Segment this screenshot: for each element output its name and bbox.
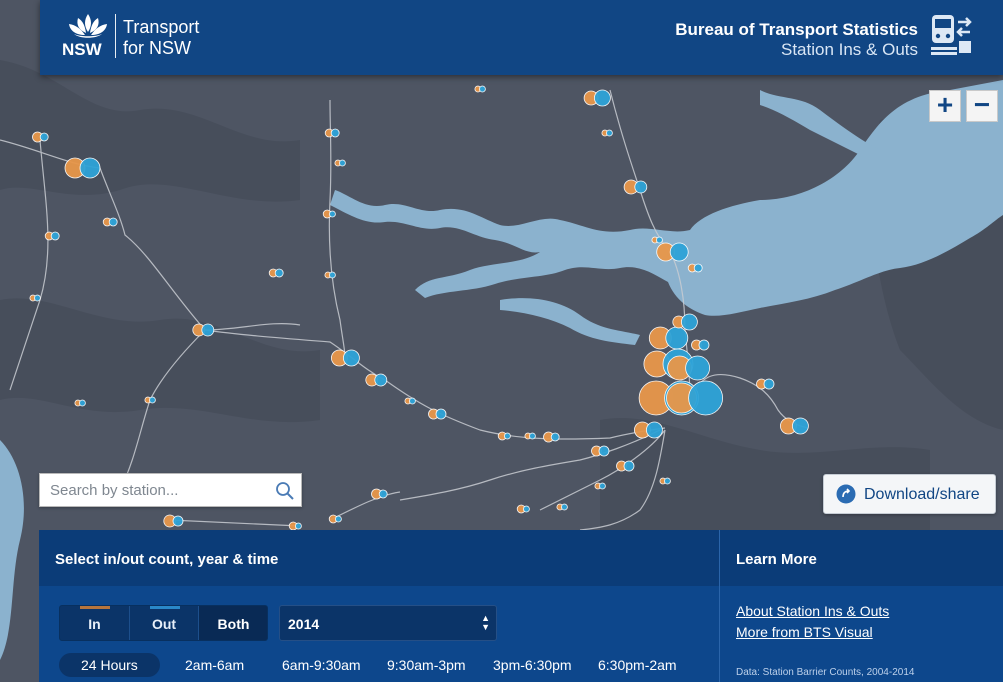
station-out-bubble[interactable] [148,396,156,404]
station-out-bubble[interactable] [693,263,703,273]
station-out-bubble[interactable] [665,326,689,350]
station-out-bubble[interactable] [550,432,560,442]
station-out-bubble[interactable] [656,236,663,244]
station-out-bubble[interactable] [688,380,723,416]
station-out-bubble[interactable] [328,271,336,279]
time-filter: 24 Hours 2am-6am 6am-9:30am 9:30am-3pm 3… [39,653,719,682]
count-mode-toggle[interactable]: In Out Both [59,605,268,641]
station-out-bubble[interactable] [681,313,698,331]
download-share-button[interactable]: Download/share [823,474,996,514]
station-out-bubble[interactable] [39,132,49,142]
station-out-bubble[interactable] [561,503,568,511]
station-out-bubble[interactable] [34,294,41,302]
train-swap-icon [929,13,973,62]
station-out-bubble[interactable] [598,445,610,457]
logo-nsw-text: NSW [62,40,102,59]
time-2am-6am[interactable]: 2am-6am [185,657,244,673]
mode-out-label: Out [151,616,177,632]
station-out-bubble[interactable] [634,180,648,194]
logo-separator [115,14,116,58]
mode-in-label: In [88,616,101,632]
time-630pm-2am[interactable]: 6:30pm-2am [598,657,677,673]
station-out-bubble[interactable] [108,217,118,227]
about-station-link[interactable]: About Station Ins & Outs [736,603,889,619]
mode-both-label: Both [217,616,250,632]
app-header: NSW Transport for NSW Bureau of Transpor… [40,0,1003,75]
station-out-bubble[interactable] [669,242,689,262]
time-6am-930am[interactable]: 6am-9:30am [282,657,361,673]
station-out-bubble[interactable] [334,515,342,523]
year-select[interactable]: 2014 ▲ ▼ [279,605,497,641]
year-value: 2014 [288,616,320,632]
page-subtitle: Station Ins & Outs [780,40,918,59]
logo-for-nsw-text: for NSW [123,38,192,58]
controls-title: Select in/out count, year & time [55,551,279,568]
station-out-bubble[interactable] [763,378,775,390]
station-out-bubble[interactable] [623,460,635,472]
station-out-bubble[interactable] [529,432,536,440]
station-out-bubble[interactable] [792,417,809,435]
station-out-bubble[interactable] [435,408,447,420]
station-out-bubble[interactable] [599,482,606,490]
station-out-bubble[interactable] [172,515,184,527]
station-out-bubble[interactable] [606,129,613,137]
controls-header: Select in/out count, year & time [39,530,719,586]
station-out-bubble[interactable] [274,268,284,278]
time-930am-3pm[interactable]: 9:30am-3pm [387,657,466,673]
waratah-logo-icon [64,12,112,42]
station-out-bubble[interactable] [79,399,86,407]
station-out-bubble[interactable] [328,210,336,218]
station-out-bubble[interactable] [503,432,511,440]
station-out-bubble[interactable] [523,505,530,513]
station-out-bubble[interactable] [664,477,671,485]
mode-in-button[interactable]: In [60,606,129,640]
learn-more-title: Learn More [736,551,817,568]
station-out-bubble[interactable] [698,339,710,351]
data-source-note: Data: Station Barrier Counts, 2004-2014 [736,667,915,678]
page-title: Bureau of Transport Statistics [675,20,918,39]
station-out-bubble[interactable] [330,128,340,138]
station-out-bubble[interactable] [408,397,416,405]
station-out-bubble[interactable] [685,355,710,381]
station-out-bubble[interactable] [478,85,486,93]
mode-out-button[interactable]: Out [129,606,198,640]
mode-both-button[interactable]: Both [198,606,267,640]
station-out-bubble[interactable] [201,323,215,337]
search-icon[interactable] [275,481,295,506]
mode-out-color-mark [150,606,180,609]
control-panel: Select in/out count, year & time Learn M… [39,530,1003,682]
station-out-bubble[interactable] [378,489,388,499]
station-out-bubble[interactable] [594,89,611,107]
station-out-bubble[interactable] [338,159,346,167]
learn-more-header: Learn More [720,530,1003,586]
time-24-hours[interactable]: 24 Hours [59,653,160,677]
select-arrows-icon: ▲ ▼ [481,613,490,632]
time-3pm-630pm[interactable]: 3pm-6:30pm [493,657,572,673]
station-search[interactable] [39,473,302,507]
download-share-label: Download/share [864,486,980,503]
zoom-in-button[interactable]: + [929,90,961,122]
search-input[interactable] [48,481,272,500]
share-icon [836,484,856,509]
logo-transport-text: Transport [123,17,200,37]
station-out-bubble[interactable] [79,157,101,179]
station-out-bubble[interactable] [374,373,388,387]
mode-in-color-mark [80,606,110,609]
station-out-bubble[interactable] [294,522,302,530]
zoom-out-button[interactable]: − [966,90,998,122]
more-bts-visual-link[interactable]: More from BTS Visual [736,624,873,640]
station-out-bubble[interactable] [50,231,60,241]
station-out-bubble[interactable] [342,349,360,367]
station-out-bubble[interactable] [646,421,663,439]
